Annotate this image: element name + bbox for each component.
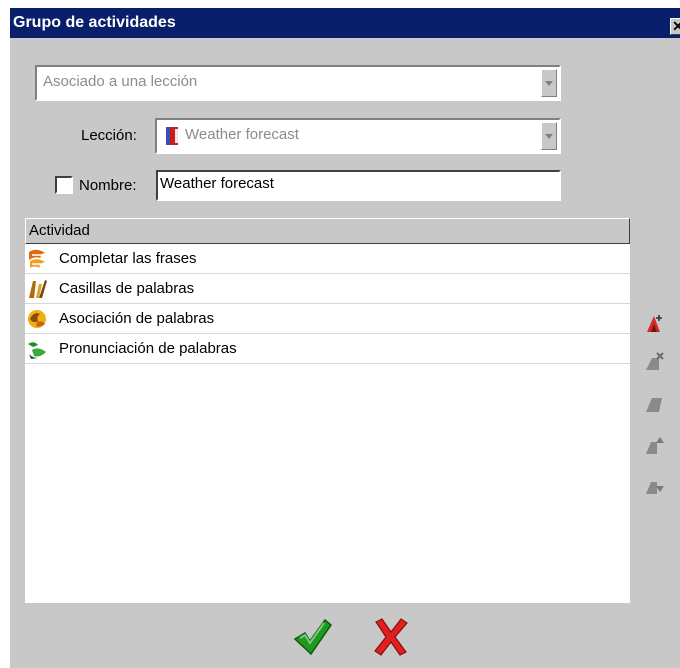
lesson-select[interactable]: Weather forecast: [155, 118, 561, 154]
list-item[interactable]: Completar las frases: [25, 244, 630, 274]
chevron-down-icon[interactable]: [541, 122, 557, 150]
edit-activity-icon[interactable]: [643, 392, 665, 414]
list-item-label: Asociación de palabras: [59, 310, 215, 327]
list-item-label: Pronunciación de palabras: [59, 340, 237, 357]
column-header-label: Actividad: [29, 222, 90, 239]
activity-list: Actividad Completar las frases Casillas …: [25, 218, 630, 603]
column-header-activity[interactable]: Actividad: [25, 218, 630, 244]
add-activity-icon[interactable]: [643, 312, 665, 334]
name-label: Nombre:: [79, 177, 137, 194]
title-bar: Grupo de actividades ✕: [10, 8, 680, 38]
ok-button[interactable]: [293, 617, 333, 657]
list-item[interactable]: Asociación de palabras: [25, 304, 630, 334]
name-checkbox[interactable]: [55, 176, 73, 194]
dialog-title: Grupo de actividades: [13, 14, 176, 31]
list-item[interactable]: Casillas de palabras: [25, 274, 630, 304]
lesson-select-value: Weather forecast: [185, 126, 299, 143]
list-item-label: Completar las frases: [59, 250, 197, 267]
chevron-down-icon[interactable]: [541, 69, 557, 97]
lesson-book-icon: [166, 127, 178, 145]
list-item[interactable]: Pronunciación de palabras: [25, 334, 630, 364]
move-down-icon[interactable]: [643, 474, 665, 496]
lesson-label: Lección:: [81, 127, 137, 144]
association-select-value: Asociado a una lección: [43, 73, 198, 90]
move-up-icon[interactable]: [643, 434, 665, 456]
word-boxes-activity-icon: [29, 280, 47, 298]
word-association-activity-icon: [28, 310, 46, 328]
cancel-button[interactable]: [372, 617, 410, 657]
name-input[interactable]: Weather forecast: [156, 170, 561, 201]
sentence-activity-icon: [29, 249, 45, 268]
remove-activity-icon[interactable]: [643, 350, 665, 372]
close-button[interactable]: ✕: [670, 18, 680, 35]
activity-group-dialog: Grupo de actividades ✕ Asociado a una le…: [10, 8, 680, 668]
pronunciation-activity-icon: [28, 342, 46, 359]
association-select[interactable]: Asociado a una lección: [35, 65, 561, 101]
list-item-label: Casillas de palabras: [59, 280, 195, 297]
name-input-value: Weather forecast: [160, 175, 274, 192]
